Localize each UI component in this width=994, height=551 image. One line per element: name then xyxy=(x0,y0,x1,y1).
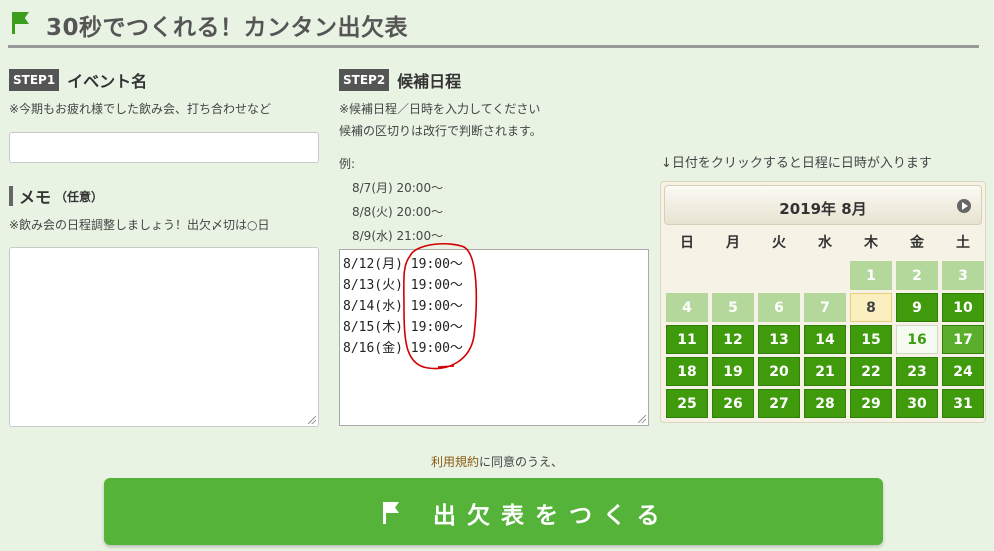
calendar-day-15[interactable]: 15 xyxy=(850,325,892,354)
calendar-hint: ↓日付をクリックすると日程に日時が入ります xyxy=(661,156,932,171)
memo-textarea[interactable] xyxy=(9,247,319,427)
candidate-note-2: 候補の区切りは改行で判断されます。 xyxy=(339,124,542,138)
resize-grip-icon[interactable] xyxy=(638,415,646,423)
weekday-label: 木 xyxy=(864,235,878,251)
calendar-day-21[interactable]: 21 xyxy=(804,357,846,386)
calendar-day-24[interactable]: 24 xyxy=(942,357,984,386)
example-label: 例: xyxy=(339,157,356,171)
step2-title: 候補日程 xyxy=(397,72,462,91)
calendar-day-13[interactable]: 13 xyxy=(758,325,800,354)
candidate-note-1: ※候補日程／日時を入力してください xyxy=(339,102,541,116)
calendar-day-8[interactable]: 8 xyxy=(850,293,892,322)
calendar-day-28[interactable]: 28 xyxy=(804,389,846,418)
calendar-day-10[interactable]: 10 xyxy=(942,293,984,322)
calendar-day-19[interactable]: 19 xyxy=(712,357,754,386)
calendar-day-4: 4 xyxy=(666,293,708,322)
step1-badge: STEP1 xyxy=(9,69,60,91)
calendar-day-1: 1 xyxy=(850,261,892,290)
calendar-day-23[interactable]: 23 xyxy=(896,357,938,386)
calendar-day-20[interactable]: 20 xyxy=(758,357,800,386)
example-line: 8/7(月) 20:00～ xyxy=(352,181,444,195)
terms-agreement: 利用規約に同意のうえ、 xyxy=(0,453,994,470)
red-annotation-circle xyxy=(402,242,478,370)
weekday-label: 土 xyxy=(956,235,970,251)
calendar-day-31[interactable]: 31 xyxy=(942,389,984,418)
step1-title: イベント名 xyxy=(67,72,148,91)
flag-icon xyxy=(383,502,401,524)
calendar-day-17[interactable]: 17 xyxy=(942,325,984,354)
calendar-day-5: 5 xyxy=(712,293,754,322)
resize-grip-icon[interactable] xyxy=(308,416,316,424)
weekday-label: 火 xyxy=(772,235,786,251)
next-month-icon[interactable] xyxy=(957,199,971,213)
page-title: 30秒でつくれる！カンタン出欠表 xyxy=(46,15,409,41)
calendar-header: 2019年 8月 xyxy=(664,185,982,225)
memo-title: メモ xyxy=(19,188,52,207)
create-button-label: 出欠表をつくる xyxy=(433,503,671,529)
memo-heading: メモ （任意） xyxy=(9,184,103,208)
memo-note: ※飲み会の日程調整しましょう！出欠〆切は○日 xyxy=(9,218,270,232)
calendar-day-12[interactable]: 12 xyxy=(712,325,754,354)
calendar-day-26[interactable]: 26 xyxy=(712,389,754,418)
memo-heading-bar xyxy=(9,186,13,206)
event-name-note: ※今期もお疲れ様でした飲み会、打ち合わせなど xyxy=(9,102,272,116)
calendar-day-14[interactable]: 14 xyxy=(804,325,846,354)
example-line: 8/8(火) 20:00～ xyxy=(352,205,444,219)
step1-heading: STEP1 イベント名 xyxy=(9,68,147,92)
memo-optional-label: （任意） xyxy=(55,189,104,204)
step2-heading: STEP2 候補日程 xyxy=(339,68,461,92)
calendar-day-29[interactable]: 29 xyxy=(850,389,892,418)
weekday-label: 日 xyxy=(680,235,694,251)
calendar-day-25[interactable]: 25 xyxy=(666,389,708,418)
candidate-dates-textarea[interactable]: 8/12(月) 19:00～ 8/13(火) 19:00～ 8/14(水) 19:0… xyxy=(339,249,649,426)
calendar-day-11[interactable]: 11 xyxy=(666,325,708,354)
calendar-day-16[interactable]: 16 xyxy=(896,325,938,354)
step2-badge: STEP2 xyxy=(339,69,390,91)
calendar-day-3: 3 xyxy=(942,261,984,290)
calendar-day-9[interactable]: 9 xyxy=(896,293,938,322)
terms-agreement-text: に同意のうえ、 xyxy=(479,455,564,469)
weekday-label: 水 xyxy=(818,235,832,251)
terms-link[interactable]: 利用規約 xyxy=(431,455,479,469)
flag-icon xyxy=(12,12,30,34)
weekday-label: 金 xyxy=(910,235,924,251)
page-header: 30秒でつくれる！カンタン出欠表 xyxy=(8,4,979,48)
calendar-day-30[interactable]: 30 xyxy=(896,389,938,418)
event-name-input[interactable] xyxy=(9,132,319,163)
calendar-day-2: 2 xyxy=(896,261,938,290)
calendar-day-18[interactable]: 18 xyxy=(666,357,708,386)
calendar-day-22[interactable]: 22 xyxy=(850,357,892,386)
calendar-day-6: 6 xyxy=(758,293,800,322)
calendar-month-title: 2019年 8月 xyxy=(779,200,867,218)
calendar-day-27[interactable]: 27 xyxy=(758,389,800,418)
calendar-day-7: 7 xyxy=(804,293,846,322)
weekday-label: 月 xyxy=(726,235,740,251)
calendar: 2019年 8月 日月火水木金土 1 2 3 4 5 6 7 8 9 10 11 12 13 14 15 16… xyxy=(660,181,986,423)
candidate-example: 例: 8/7(月) 20:00～ 8/8(火) 20:00～ 8/9(水) 21… xyxy=(339,152,443,248)
